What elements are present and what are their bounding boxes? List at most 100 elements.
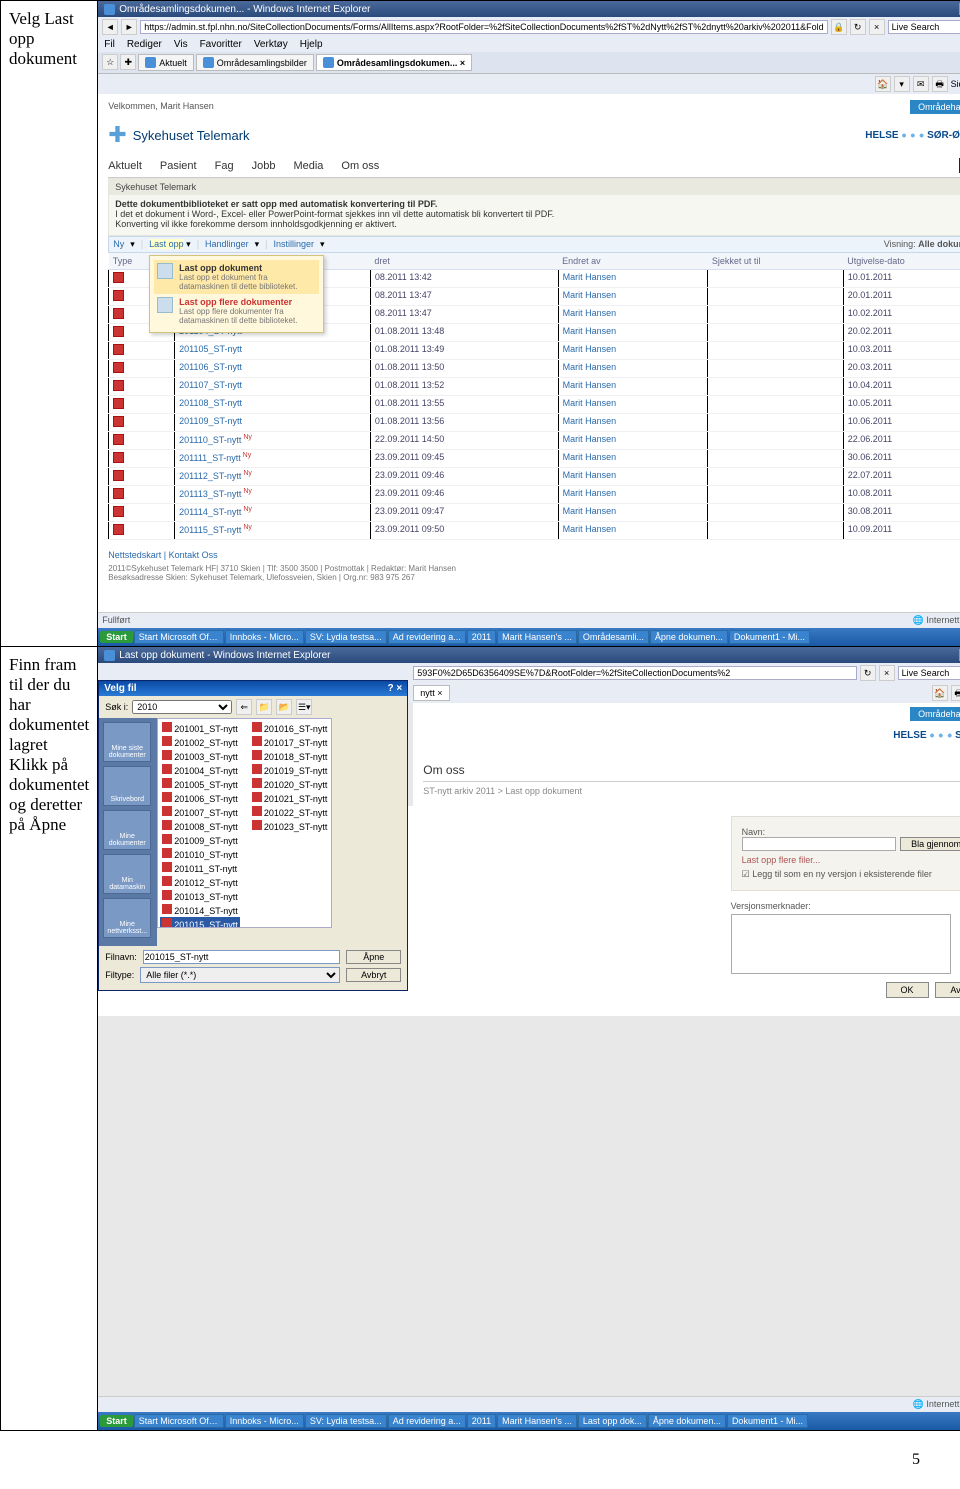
- up-icon[interactable]: 📁: [256, 699, 272, 715]
- taskbar-item[interactable]: Åpne dokumen...: [648, 1414, 726, 1428]
- table-row[interactable]: 201109_ST-nytt01.08.2011 13:56Marit Hans…: [109, 414, 960, 432]
- taskbar-item[interactable]: Innboks - Micro...: [225, 1414, 304, 1428]
- ok-button[interactable]: OK: [886, 982, 929, 998]
- taskbar-item[interactable]: Dokument1 - Mi...: [727, 1414, 808, 1428]
- actions-menu[interactable]: Handlinger: [205, 239, 249, 250]
- table-row[interactable]: 201110_ST-nytt Ny22.09.2011 14:50Marit H…: [109, 432, 960, 450]
- file-item[interactable]: 201005_ST-nytt: [160, 777, 240, 791]
- file-item[interactable]: 201014_ST-nytt: [160, 903, 240, 917]
- table-row[interactable]: 201115_ST-nytt Ny23.09.2011 09:50Marit H…: [109, 522, 960, 540]
- taskbar-item[interactable]: Start Microsoft Office ...: [134, 630, 224, 644]
- file-item[interactable]: 201012_ST-nytt: [160, 875, 240, 889]
- sidebar-place[interactable]: Mine nettverksst...: [103, 898, 151, 938]
- tab-close[interactable]: nytt ×: [413, 685, 449, 701]
- file-item[interactable]: 201001_ST-nytt: [160, 721, 240, 735]
- taskbar-item[interactable]: Områdesamli...: [578, 630, 649, 644]
- upload-menu[interactable]: Last opp: [149, 239, 184, 249]
- sidebar-place[interactable]: Mine siste dokumenter: [103, 722, 151, 762]
- file-item[interactable]: 201003_ST-nytt: [160, 749, 240, 763]
- menu-item[interactable]: Verktøy: [254, 39, 288, 50]
- dialog-help-icon[interactable]: ? ×: [388, 683, 403, 694]
- file-item[interactable]: 201007_ST-nytt: [160, 805, 240, 819]
- menu-item[interactable]: Vis: [174, 39, 188, 50]
- taskbar-item[interactable]: Marit Hansen's ...: [497, 1414, 577, 1428]
- new-menu[interactable]: Ny: [113, 239, 124, 250]
- nav-omoss[interactable]: Om oss: [423, 743, 960, 777]
- table-row[interactable]: 201108_ST-nytt01.08.2011 13:55Marit Hans…: [109, 396, 960, 414]
- add-favorite-icon[interactable]: ✚: [120, 54, 136, 70]
- taskbar-item[interactable]: Dokument1 - Mi...: [729, 630, 810, 644]
- upload-multiple-item[interactable]: Last opp flere dokumenterLast opp flere …: [154, 294, 319, 328]
- feed-icon[interactable]: ▾: [894, 76, 910, 92]
- refresh-button[interactable]: ↻: [860, 665, 876, 681]
- browser-tab[interactable]: Områdesamlingsdokumen... ×: [316, 54, 472, 71]
- file-list[interactable]: 201001_ST-nytt201002_ST-nytt201003_ST-ny…: [157, 718, 332, 928]
- browse-button[interactable]: Bla gjennom...: [900, 837, 960, 851]
- folder-select[interactable]: 2010: [132, 700, 232, 714]
- url-input-2[interactable]: 593F0%2D65D6356409SE%7D&RootFolder=%2fSi…: [413, 666, 856, 680]
- file-item[interactable]: 201011_ST-nytt: [160, 861, 240, 875]
- taskbar-item[interactable]: Ad revidering a...: [388, 630, 466, 644]
- back-button[interactable]: ◄: [102, 19, 118, 35]
- browser-tab[interactable]: Aktuelt: [138, 54, 194, 71]
- file-item[interactable]: 201020_ST-nytt: [250, 777, 330, 791]
- menu-item[interactable]: Hjelp: [300, 39, 323, 50]
- settings-menu[interactable]: Instillinger: [273, 239, 314, 250]
- site-actions-button[interactable]: Områdehandlinger: [910, 100, 960, 114]
- table-row[interactable]: 201105_ST-nytt01.08.2011 13:49Marit Hans…: [109, 342, 960, 360]
- file-item[interactable]: 201017_ST-nytt: [250, 735, 330, 749]
- view-selector[interactable]: Alle dokumenter: [918, 239, 960, 249]
- file-item[interactable]: 201013_ST-nytt: [160, 889, 240, 903]
- home-icon[interactable]: 🏠: [932, 685, 948, 701]
- file-item[interactable]: 201006_ST-nytt: [160, 791, 240, 805]
- file-item[interactable]: 201021_ST-nytt: [250, 791, 330, 805]
- menu-item[interactable]: Fil: [104, 39, 115, 50]
- file-item[interactable]: 201004_ST-nytt: [160, 763, 240, 777]
- upload-multiple-link[interactable]: Last opp flere filer...: [742, 851, 960, 865]
- forward-button[interactable]: ►: [121, 19, 137, 35]
- sidebar-place[interactable]: Skrivebord: [103, 766, 151, 806]
- search-box-2[interactable]: Live Search: [898, 666, 960, 680]
- menu-item[interactable]: Favoritter: [200, 39, 242, 50]
- browser-tab[interactable]: Områdesamlingsbilder: [196, 54, 314, 71]
- home-icon[interactable]: 🏠: [875, 76, 891, 92]
- sidebar-place[interactable]: Min datamaskin: [103, 854, 151, 894]
- file-item[interactable]: 201008_ST-nytt: [160, 819, 240, 833]
- sidebar-place[interactable]: Mine dokumenter: [103, 810, 151, 850]
- file-item[interactable]: 201010_ST-nytt: [160, 847, 240, 861]
- table-row[interactable]: 201107_ST-nytt01.08.2011 13:52Marit Hans…: [109, 378, 960, 396]
- back-icon[interactable]: ⇐: [236, 699, 252, 715]
- file-item[interactable]: 201009_ST-nytt: [160, 833, 240, 847]
- page-menu-label[interactable]: Side: [951, 79, 960, 89]
- table-row[interactable]: 201112_ST-nytt Ny23.09.2011 09:46Marit H…: [109, 468, 960, 486]
- start-button[interactable]: Start: [100, 631, 133, 643]
- upload-name-input[interactable]: [742, 837, 896, 851]
- upload-document-item[interactable]: Last opp dokumentLast opp et dokument fr…: [154, 260, 319, 294]
- nav-item[interactable]: Pasient: [160, 160, 197, 172]
- table-row[interactable]: 201114_ST-nytt Ny23.09.2011 09:47Marit H…: [109, 504, 960, 522]
- version-notes-textarea[interactable]: [731, 914, 951, 974]
- file-item[interactable]: 201023_ST-nytt: [250, 819, 330, 833]
- file-item[interactable]: 201022_ST-nytt: [250, 805, 330, 819]
- taskbar-item[interactable]: Marit Hansen's ...: [497, 630, 577, 644]
- add-version-checkbox[interactable]: ☑ Legg til som en ny versjon i eksistere…: [742, 865, 960, 880]
- start-button-2[interactable]: Start: [100, 1415, 133, 1427]
- site-actions-button-2[interactable]: Områdehandlinger: [910, 707, 960, 721]
- taskbar-item[interactable]: SV: Lydia testsa...: [305, 1414, 387, 1428]
- open-button[interactable]: Åpne: [346, 950, 401, 964]
- file-item[interactable]: 201018_ST-nytt: [250, 749, 330, 763]
- file-item[interactable]: 201015_ST-nytt: [160, 917, 240, 928]
- cancel-button[interactable]: Avbryt: [346, 968, 401, 982]
- file-item[interactable]: 201002_ST-nytt: [160, 735, 240, 749]
- taskbar-item[interactable]: SV: Lydia testsa...: [305, 630, 387, 644]
- nav-item[interactable]: Media: [293, 160, 323, 172]
- table-row[interactable]: 201111_ST-nytt Ny23.09.2011 09:45Marit H…: [109, 450, 960, 468]
- table-row[interactable]: 201106_ST-nytt01.08.2011 13:50Marit Hans…: [109, 360, 960, 378]
- table-row[interactable]: 201113_ST-nytt Ny23.09.2011 09:46Marit H…: [109, 486, 960, 504]
- nav-item[interactable]: Fag: [215, 160, 234, 172]
- nav-item[interactable]: Jobb: [252, 160, 276, 172]
- url-input[interactable]: https://admin.st.fpl.nhn.no/SiteCollecti…: [140, 20, 827, 34]
- favorites-icon[interactable]: ☆: [102, 54, 118, 70]
- cancel-button-2[interactable]: Avbryt: [935, 982, 960, 998]
- print-icon[interactable]: 🖶: [951, 685, 960, 701]
